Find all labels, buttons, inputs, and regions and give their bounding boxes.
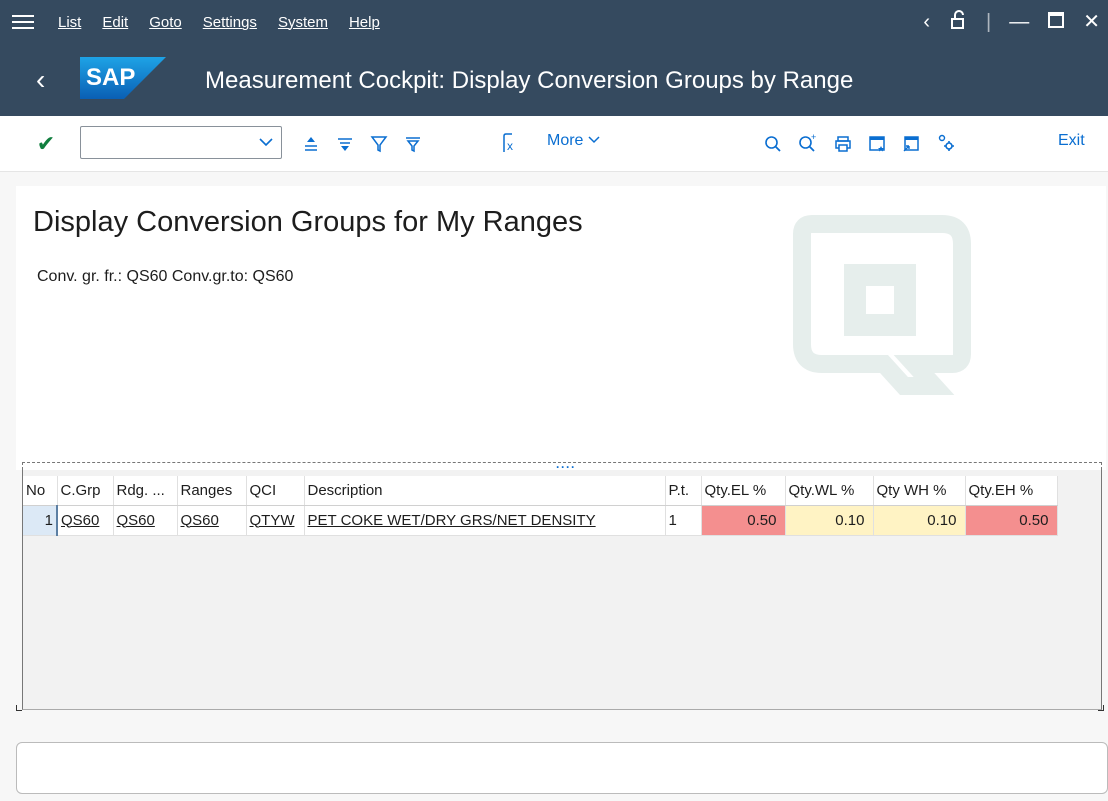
report-heading: Display Conversion Groups for My Ranges: [33, 206, 583, 238]
column-header-cgrp[interactable]: C.Grp: [57, 476, 114, 506]
sap-logo: SAP: [80, 57, 166, 99]
menu-item-edit[interactable]: Edit: [102, 14, 128, 31]
more-button[interactable]: More: [547, 132, 600, 150]
window-new-icon[interactable]: [900, 133, 922, 155]
chevron-down-icon[interactable]: [259, 135, 273, 154]
search-icon[interactable]: [762, 133, 784, 155]
qci-link[interactable]: QTYW: [246, 505, 305, 536]
sort-descending-icon[interactable]: [334, 133, 356, 155]
column-header-description[interactable]: Description: [304, 476, 666, 506]
qty-eh-cell: 0.50: [965, 505, 1058, 536]
cgrp-link[interactable]: QS60: [57, 505, 114, 536]
filter-settings-icon[interactable]: [402, 133, 424, 155]
menu-bar: List Edit Goto Settings System Help ‹ | …: [0, 0, 1108, 44]
column-header-qty-wh[interactable]: Qty WH %: [873, 476, 966, 506]
close-icon[interactable]: ✕: [1083, 12, 1100, 32]
alv-grid-area: No C.Grp Rdg. ... Ranges QCI Description…: [22, 470, 1102, 710]
title-bar: ‹ SAP Measurement Cockpit: Display Conve…: [0, 44, 1108, 116]
separator: |: [986, 11, 992, 33]
minimize-icon[interactable]: —: [1009, 12, 1029, 32]
qty-el-cell: 0.50: [701, 505, 786, 536]
command-field[interactable]: [80, 126, 282, 159]
window-favorite-icon[interactable]: [866, 133, 888, 155]
column-header-qty-el[interactable]: Qty.EL %: [701, 476, 786, 506]
formula-icon[interactable]: x: [496, 131, 522, 155]
pt-cell: 1: [665, 505, 702, 536]
content-area: Display Conversion Groups for My Ranges …: [0, 172, 1108, 801]
column-header-qty-wl[interactable]: Qty.WL %: [785, 476, 874, 506]
column-header-pt[interactable]: P.t.: [665, 476, 702, 506]
table-header-row: No C.Grp Rdg. ... Ranges QCI Description…: [23, 476, 1058, 506]
svg-text:x: x: [507, 139, 513, 153]
qty-wl-cell: 0.10: [785, 505, 874, 536]
column-header-qci[interactable]: QCI: [246, 476, 305, 506]
menu-item-list[interactable]: List: [58, 14, 81, 31]
description-link[interactable]: PET COKE WET/DRY GRS/NET DENSITY: [304, 505, 666, 536]
page-title: Measurement Cockpit: Display Conversion …: [205, 67, 854, 94]
sap-quality-watermark: [774, 204, 990, 412]
window-controls: ‹ | — ✕: [923, 0, 1100, 44]
column-header-ranges[interactable]: Ranges: [177, 476, 247, 506]
unlock-icon[interactable]: [948, 10, 968, 34]
toolbar: ✔ x More + Exit: [0, 116, 1108, 172]
qty-wh-cell: 0.10: [873, 505, 966, 536]
menu-item-help[interactable]: Help: [349, 14, 380, 31]
row-number[interactable]: 1: [23, 505, 58, 536]
rdg-link[interactable]: QS60: [113, 505, 178, 536]
column-header-rdg[interactable]: Rdg. ...: [113, 476, 178, 506]
svg-text:+: +: [811, 133, 816, 142]
filter-icon[interactable]: [368, 133, 390, 155]
menu-item-settings[interactable]: Settings: [203, 14, 257, 31]
chevron-left-icon[interactable]: ‹: [923, 12, 930, 32]
ranges-link[interactable]: QS60: [177, 505, 247, 536]
header-panel: Display Conversion Groups for My Ranges …: [16, 186, 1106, 470]
svg-text:SAP: SAP: [86, 64, 135, 91]
menu-item-system[interactable]: System: [278, 14, 328, 31]
search-next-icon[interactable]: +: [796, 131, 820, 155]
exit-button[interactable]: Exit: [1058, 132, 1085, 150]
hamburger-menu-icon[interactable]: [12, 15, 34, 29]
column-header-qty-eh[interactable]: Qty.EH %: [965, 476, 1058, 506]
print-icon[interactable]: [832, 133, 854, 155]
conversion-groups-table: No C.Grp Rdg. ... Ranges QCI Description…: [23, 476, 1058, 536]
menu-item-goto[interactable]: Goto: [149, 14, 182, 31]
report-subheading: Conv. gr. fr.: QS60 Conv.gr.to: QS60: [37, 268, 294, 285]
status-bar[interactable]: [16, 742, 1108, 794]
table-row[interactable]: 1 QS60 QS60 QS60 QTYW PET COKE WET/DRY G…: [23, 505, 1058, 536]
check-icon[interactable]: ✔: [34, 131, 58, 156]
maximize-icon[interactable]: [1047, 11, 1065, 33]
sort-ascending-icon[interactable]: [300, 133, 322, 155]
settings-icon[interactable]: [934, 131, 958, 155]
back-icon[interactable]: ‹: [36, 64, 45, 96]
column-header-no[interactable]: No: [23, 476, 58, 506]
